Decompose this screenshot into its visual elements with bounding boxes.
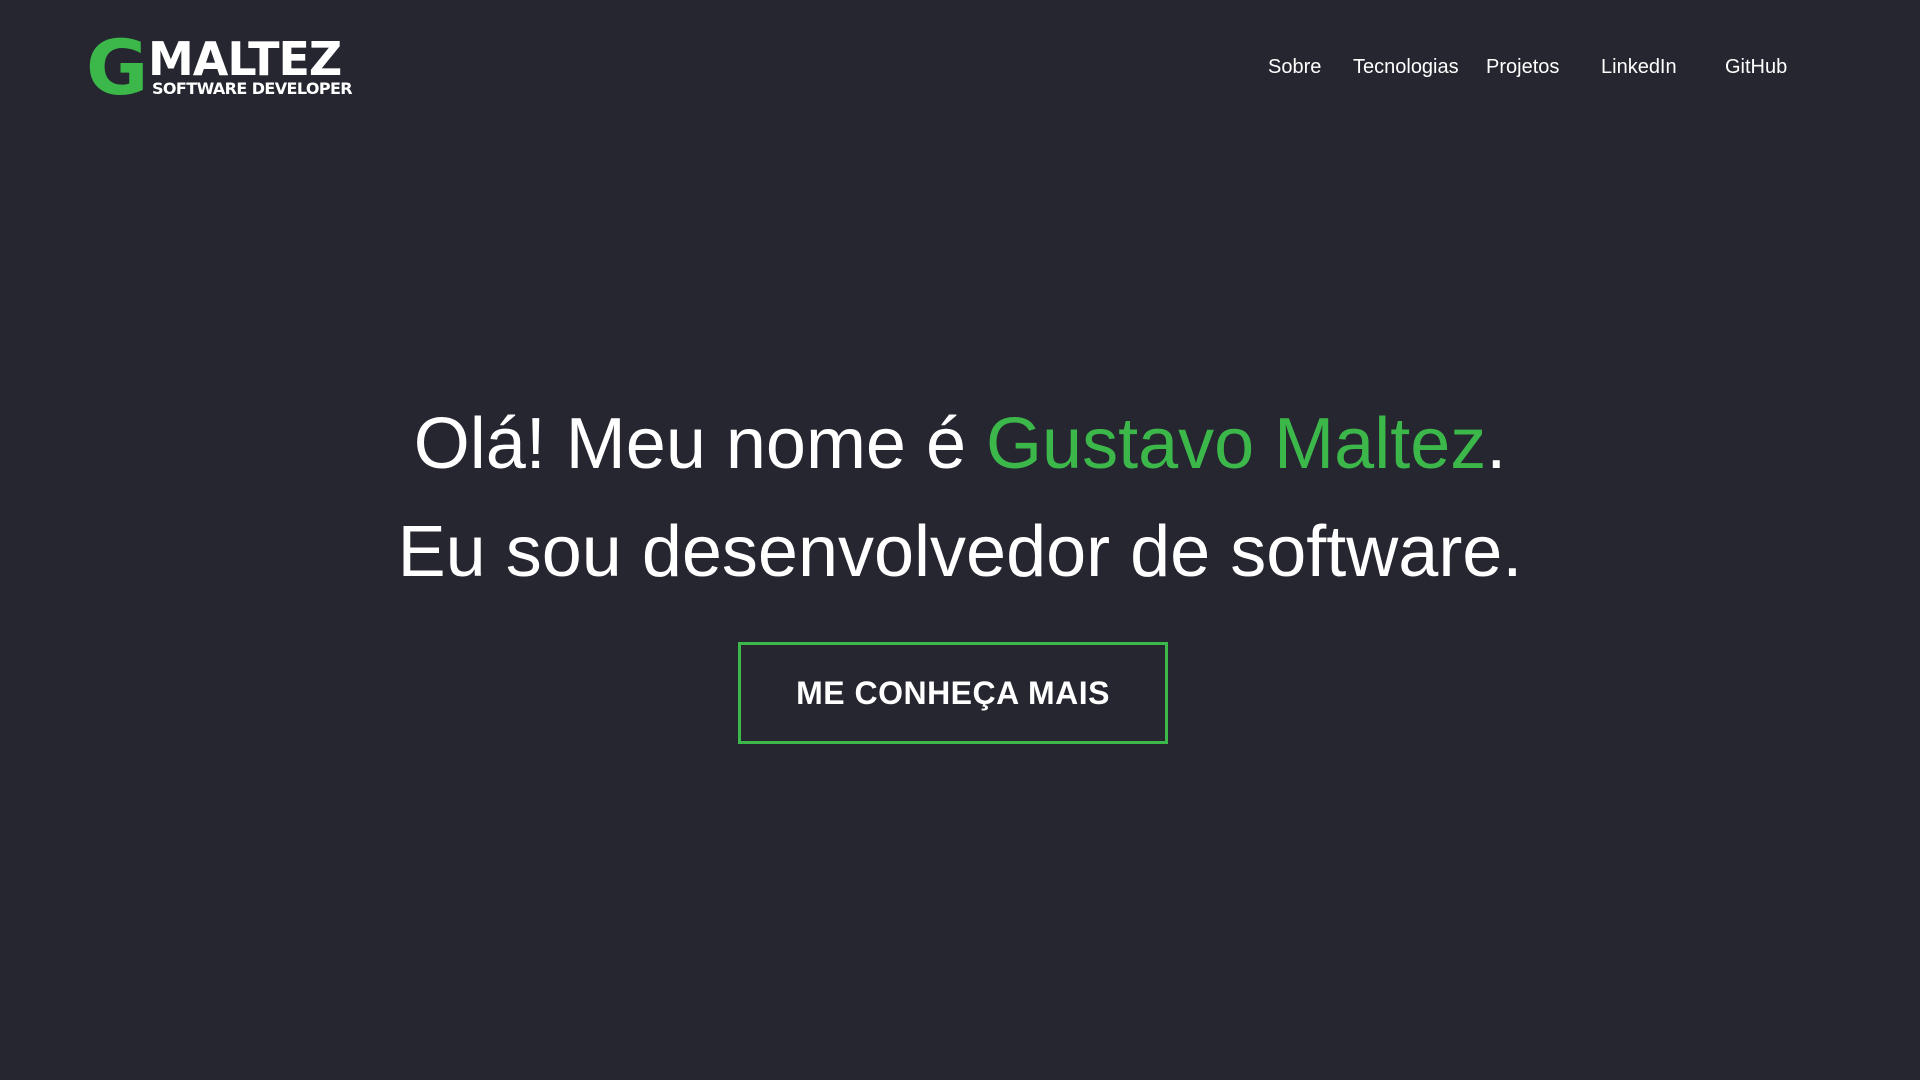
hero-greeting: Olá! Meu nome é [413, 404, 987, 484]
main-nav: Sobre Tecnologias Projetos LinkedIn GitH… [1232, 55, 1832, 79]
hero-heading-line-2: Eu sou desenvolvedor de software. [397, 512, 1523, 592]
hero-period: . [1486, 404, 1507, 484]
site-header: G MALTEZ SOFTWARE DEVELOPER Sobre Tecnol… [0, 0, 1920, 140]
page: G MALTEZ SOFTWARE DEVELOPER Sobre Tecnol… [0, 0, 1920, 1080]
hero-section: Olá! Meu nome é Gustavo Maltez. Eu sou d… [0, 390, 1920, 606]
learn-more-button[interactable]: ME CONHEÇA MAIS [738, 642, 1168, 744]
hero-name: Gustavo Maltez [986, 404, 1487, 484]
logo-letter: G [86, 23, 148, 112]
nav-link-tecnologias[interactable]: Tecnologias [1353, 55, 1459, 79]
nav-link-sobre[interactable]: Sobre [1268, 55, 1321, 79]
logo-name: MALTEZ [148, 32, 342, 86]
nav-link-linkedin[interactable]: LinkedIn [1601, 55, 1677, 79]
nav-link-projetos[interactable]: Projetos [1486, 55, 1559, 79]
logo[interactable]: G MALTEZ SOFTWARE DEVELOPER [86, 23, 353, 112]
logo-tagline: SOFTWARE DEVELOPER [152, 79, 353, 98]
hero-heading-line-1: Olá! Meu nome é Gustavo Maltez. [0, 390, 1920, 498]
nav-link-github[interactable]: GitHub [1725, 55, 1787, 79]
